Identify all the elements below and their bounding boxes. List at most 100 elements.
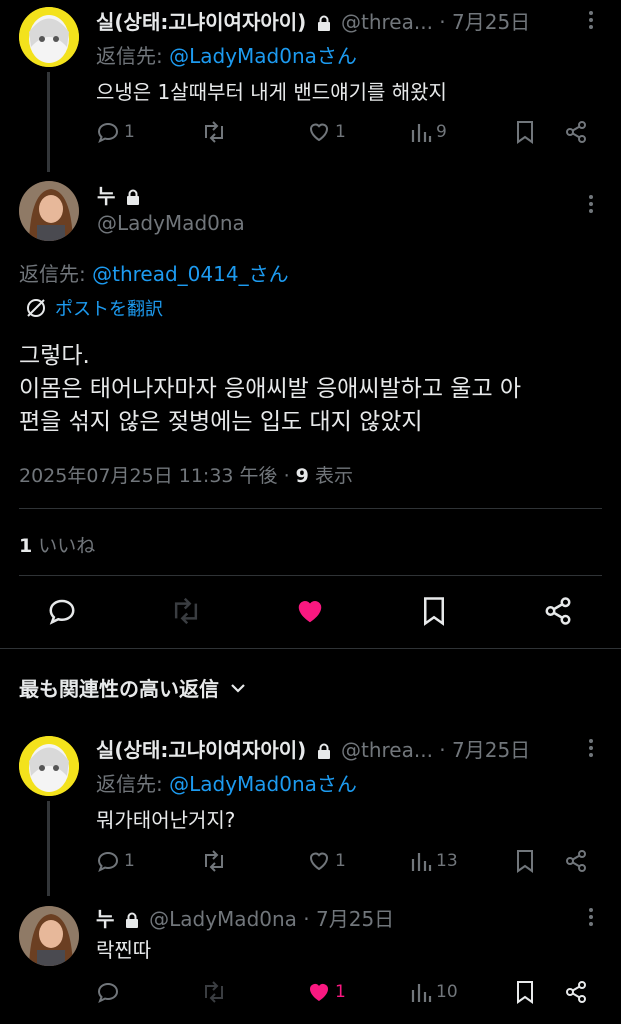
section-title: 最も関連性の高い返信 <box>19 677 219 701</box>
retweet-icon <box>205 121 223 143</box>
share-button[interactable] <box>564 849 588 873</box>
like-count: 1 <box>335 122 346 142</box>
share-icon <box>566 850 586 872</box>
more-options-icon[interactable] <box>581 8 601 32</box>
share-button[interactable] <box>564 980 588 1004</box>
reply-button[interactable]: 1 <box>96 849 135 873</box>
tweet-header: 누 <box>97 180 140 209</box>
like-button[interactable]: 1 <box>307 980 346 1004</box>
bookmark-button[interactable] <box>514 980 536 1004</box>
share-icon <box>545 597 571 625</box>
reply-to-line: 返信先: @LadyMad0naさん <box>96 768 357 797</box>
views-button[interactable]: 13 <box>410 849 458 873</box>
lock-icon <box>317 743 331 759</box>
retweet-icon <box>174 597 198 625</box>
retweet-icon <box>205 850 223 872</box>
post-time[interactable]: · 7月25日 <box>439 738 530 762</box>
like-button[interactable]: 1 <box>307 849 346 873</box>
reply-button[interactable] <box>96 980 120 1004</box>
views-count: 9 <box>295 465 309 487</box>
retweet-button[interactable] <box>201 849 227 873</box>
thread-line <box>47 801 50 896</box>
user-handle[interactable]: @LadyMad0na <box>149 907 297 931</box>
tweet-text: 락찐따 <box>96 938 152 962</box>
reply-icon <box>49 599 75 625</box>
display-name[interactable]: 누 <box>96 907 114 931</box>
views-icon <box>411 984 432 1002</box>
reply-sort-dropdown[interactable]: 最も関連性の高い返信 <box>19 673 247 702</box>
bookmark-icon <box>517 850 533 873</box>
display-name[interactable]: 실(상태:고냐이여자아이) <box>96 10 306 34</box>
avatar[interactable] <box>19 736 79 796</box>
tweet-header: 실(상태:고냐이여자아이) @threa... · 7月25日 <box>96 6 530 35</box>
reply-button[interactable] <box>47 596 77 626</box>
reply-to-link[interactable]: @thread_0414_さん <box>92 262 288 286</box>
avatar[interactable] <box>19 181 79 241</box>
bookmark-button[interactable] <box>514 120 536 144</box>
display-name[interactable]: 실(상태:고냐이여자아이) <box>96 738 306 762</box>
share-button[interactable] <box>543 596 573 626</box>
reply-icon <box>97 851 119 872</box>
post-timestamp[interactable]: 2025年07月25日 11:33 午後 · <box>19 465 290 487</box>
retweet-button[interactable] <box>170 596 202 626</box>
post-time[interactable]: · 7月25日 <box>303 907 394 931</box>
tweet-text-line: 그렇다. <box>19 343 90 369</box>
like-button[interactable] <box>294 596 326 626</box>
likes-summary[interactable]: 1 いいね <box>19 531 95 558</box>
reply-button[interactable]: 1 <box>96 120 135 144</box>
bookmark-icon <box>517 981 533 1004</box>
like-count: 1 <box>335 851 346 871</box>
more-options-icon[interactable] <box>581 905 601 929</box>
bookmark-icon <box>517 121 533 144</box>
reply-count: 1 <box>124 851 135 871</box>
tweet-text-line: 편을 섞지 않은 젖병에는 입도 대지 않았지 <box>19 409 423 435</box>
retweet-button[interactable] <box>201 980 227 1004</box>
bookmark-button[interactable] <box>514 849 536 873</box>
heart-filled-icon <box>310 984 328 1001</box>
user-handle[interactable]: @LadyMad0na <box>97 211 245 235</box>
more-options-icon[interactable] <box>581 192 601 216</box>
divider <box>19 575 602 576</box>
translate-icon <box>27 299 45 317</box>
reply-to-line: 返信先: @thread_0414_さん <box>19 258 289 287</box>
avatar[interactable] <box>19 7 79 67</box>
avatar[interactable] <box>19 906 79 966</box>
views-count: 10 <box>436 982 458 1002</box>
lock-icon <box>317 15 331 31</box>
reply-count: 1 <box>124 122 135 142</box>
reply-to-link[interactable]: @LadyMad0naさん <box>169 772 357 796</box>
like-count: 1 <box>335 982 346 1002</box>
more-options-icon[interactable] <box>581 736 601 760</box>
thread-line <box>47 72 50 172</box>
like-button[interactable]: 1 <box>307 120 346 144</box>
share-button[interactable] <box>564 120 588 144</box>
reply-to-prefix: 返信先: <box>96 772 163 796</box>
tweet-text-line: 이몸은 태어나자마자 응애씨발 응애씨발하고 울고 아 <box>19 376 522 402</box>
divider <box>19 508 602 509</box>
reply-to-prefix: 返信先: <box>19 262 86 286</box>
chevron-down-icon <box>231 683 245 693</box>
views-button[interactable]: 10 <box>410 980 458 1004</box>
post-time[interactable]: · 7月25日 <box>439 10 530 34</box>
bookmark-button[interactable] <box>420 596 448 626</box>
retweet-button[interactable] <box>201 120 227 144</box>
heart-icon <box>309 852 329 871</box>
views-count: 13 <box>436 851 458 871</box>
views-label: 表示 <box>314 465 353 487</box>
tweet-header: 실(상태:고냐이여자아이) @threa... · 7月25日 <box>96 734 530 763</box>
user-handle[interactable]: @threa... <box>341 10 433 34</box>
heart-icon <box>309 123 329 142</box>
user-handle[interactable]: @threa... <box>341 738 433 762</box>
lock-icon <box>126 189 140 205</box>
views-button[interactable]: 9 <box>410 120 447 144</box>
views-count: 9 <box>436 122 447 142</box>
reply-icon <box>97 122 119 143</box>
share-icon <box>566 121 586 143</box>
tweet-text: 그렇다. 이몸은 태어나자마자 응애씨발 응애씨발하고 울고 아 편을 섞지 않… <box>19 340 521 439</box>
translate-link[interactable]: ポストを翻訳 <box>25 295 163 321</box>
tweet-header: 누 @LadyMad0na · 7月25日 <box>96 903 394 932</box>
reply-to-prefix: 返信先: <box>96 44 163 68</box>
display-name[interactable]: 누 <box>97 184 115 208</box>
translate-label[interactable]: ポストを翻訳 <box>55 295 163 321</box>
reply-to-link[interactable]: @LadyMad0naさん <box>169 44 357 68</box>
